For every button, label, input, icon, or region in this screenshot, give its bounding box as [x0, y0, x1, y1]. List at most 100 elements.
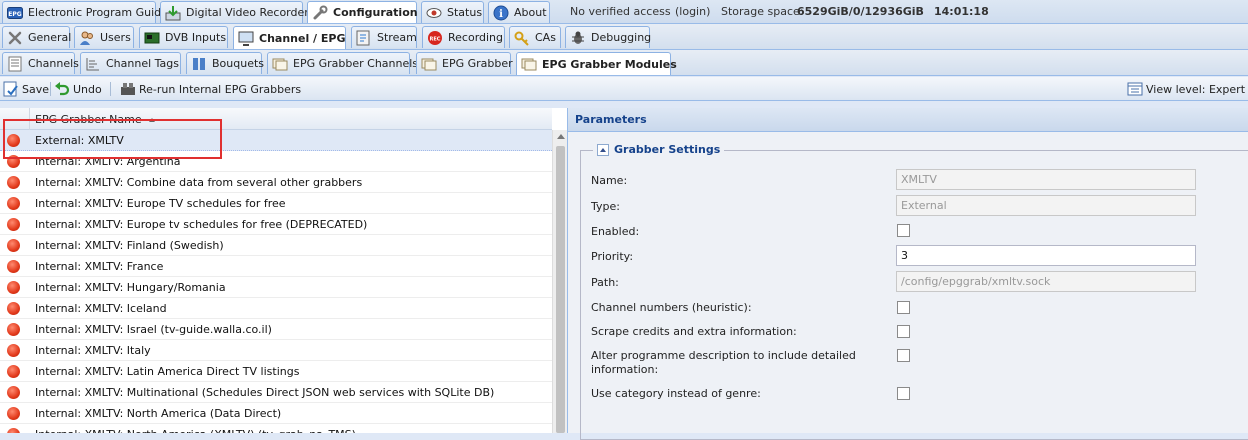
storage-label: Storage space:: [721, 5, 804, 18]
disabled-status-icon: [7, 197, 20, 210]
tab-dvb-inputs[interactable]: DVB Inputs: [139, 26, 228, 48]
toolbar-separator: [50, 82, 51, 96]
grid-scrollbar[interactable]: [552, 130, 567, 433]
type-field[interactable]: [896, 195, 1196, 216]
tab-stream[interactable]: Stream: [351, 26, 417, 48]
alter-description-checkbox[interactable]: [897, 349, 910, 362]
grid-row[interactable]: Internal: XMLTV: Hungary/Romania: [0, 277, 552, 298]
name-field[interactable]: [896, 169, 1196, 190]
undo-button[interactable]: Undo: [54, 81, 102, 97]
epg-logo-icon: EPG: [7, 5, 23, 21]
grabber-name: Internal: XMLTV: North America (XMLTV) (…: [35, 428, 356, 433]
grabber-channels-icon: [272, 56, 288, 72]
path-label: Path:: [591, 276, 619, 289]
access-status: No verified access: [570, 5, 671, 18]
toolbar: Save Undo Re-run Internal EPG Grabbers V…: [0, 77, 1248, 101]
tab-channel-tags[interactable]: Channel Tags: [80, 52, 181, 74]
priority-field[interactable]: [896, 245, 1196, 266]
tab-epg-grabber[interactable]: EPG Grabber: [416, 52, 513, 74]
grid-row[interactable]: Internal: XMLTV: Europe tv schedules for…: [0, 214, 552, 235]
grid-row[interactable]: Internal: XMLTV: Latin America Direct TV…: [0, 361, 552, 382]
grid-row[interactable]: Internal: XMLTV: Iceland: [0, 298, 552, 319]
parameters-title: Parameters: [568, 108, 1248, 132]
users-icon: [79, 30, 95, 46]
grabber-name: Internal: XMLTV: Italy: [35, 344, 151, 357]
clock: 14:01:18: [934, 5, 989, 18]
tv-icon: [238, 30, 254, 46]
tab-epg-grabber-modules[interactable]: EPG Grabber Modules: [516, 52, 677, 75]
tab-channels[interactable]: Channels: [2, 52, 79, 74]
priority-label: Priority:: [591, 250, 634, 263]
tab-users[interactable]: Users: [74, 26, 134, 48]
tab-about[interactable]: i About: [488, 1, 550, 23]
grid-row[interactable]: Internal: XMLTV: North America (Data Dir…: [0, 403, 552, 424]
key-icon: [514, 30, 530, 46]
scrape-credits-label: Scrape credits and extra information:: [591, 325, 797, 338]
main-tab-bar: EPG Electronic Program Guide Digital Vid…: [0, 0, 1248, 24]
alter-description-label-line1: Alter programme description to include d…: [591, 349, 856, 362]
eye-icon: [426, 5, 442, 21]
login-link[interactable]: (login): [675, 5, 710, 18]
grabber-name: Internal: XMLTV: France: [35, 260, 164, 273]
grid-row[interactable]: Internal: XMLTV: Israel (tv-guide.walla.…: [0, 319, 552, 340]
grabber-name: Internal: XMLTV: Europe TV schedules for…: [35, 197, 286, 210]
tab-general[interactable]: General: [2, 26, 71, 48]
tab-status[interactable]: Status: [421, 1, 484, 23]
disabled-status-icon: [7, 218, 20, 231]
tab-debugging[interactable]: Debugging: [565, 26, 651, 48]
scrape-credits-checkbox[interactable]: [897, 325, 910, 338]
download-disk-icon: [165, 5, 181, 21]
highlight-box: [3, 119, 222, 159]
view-level-icon: [1127, 81, 1143, 97]
enabled-checkbox[interactable]: [897, 224, 910, 237]
bug-icon: [570, 30, 586, 46]
tab-dvr[interactable]: Digital Video Recorder: [160, 1, 309, 23]
scroll-up-icon[interactable]: [557, 134, 565, 139]
disabled-status-icon: [7, 323, 20, 336]
rerun-icon: [120, 81, 136, 97]
disabled-status-icon: [7, 302, 20, 315]
disabled-status-icon: [7, 344, 20, 357]
scroll-thumb[interactable]: [556, 146, 565, 433]
tab-bouquets[interactable]: Bouquets: [186, 52, 264, 74]
grabber-name: Internal: XMLTV: Finland (Swedish): [35, 239, 224, 252]
epg-tab-bar: Channels Channel Tags Bouquets EPG Grabb…: [0, 50, 1248, 76]
use-category-checkbox[interactable]: [897, 387, 910, 400]
grabber-name: Internal: XMLTV: Hungary/Romania: [35, 281, 226, 294]
tab-recording[interactable]: REC Recording: [422, 26, 505, 48]
grabber-name: Internal: XMLTV: North America (Data Dir…: [35, 407, 282, 420]
tab-epg-grabber-channels[interactable]: EPG Grabber Channels: [267, 52, 418, 74]
dvb-card-icon: [144, 30, 160, 46]
grid-row[interactable]: Internal: XMLTV: Europe TV schedules for…: [0, 193, 552, 214]
tab-configuration[interactable]: Configuration: [307, 1, 418, 23]
svg-text:i: i: [499, 9, 503, 20]
grid-rows: External: XMLTV Internal: XMLTV: Argentin…: [0, 130, 552, 433]
svg-text:EPG: EPG: [8, 11, 21, 18]
grabber-name: Internal: XMLTV: Latin America Direct TV…: [35, 365, 300, 378]
grid-row[interactable]: Internal: XMLTV: Finland (Swedish): [0, 235, 552, 256]
config-tab-bar: General Users DVB Inputs Channel / EPG S…: [0, 24, 1248, 50]
enabled-label: Enabled:: [591, 225, 640, 238]
grabber-name: Internal: XMLTV: Iceland: [35, 302, 167, 315]
alter-description-label-line2: information:: [591, 363, 659, 376]
grid-row[interactable]: Internal: XMLTV: France: [0, 256, 552, 277]
view-level-menu[interactable]: View level: Expert: [1127, 81, 1248, 97]
grid-row[interactable]: Internal: XMLTV: Italy: [0, 340, 552, 361]
grabber-settings-legend[interactable]: Grabber Settings: [593, 143, 725, 156]
tab-channel-epg[interactable]: Channel / EPG: [233, 26, 346, 49]
channel-numbers-checkbox[interactable]: [897, 301, 910, 314]
disabled-status-icon: [7, 176, 20, 189]
tab-epg[interactable]: EPG Electronic Program Guide: [2, 1, 168, 23]
tags-icon: [85, 56, 101, 72]
save-button[interactable]: Save: [3, 81, 49, 97]
collapse-icon[interactable]: [597, 143, 609, 156]
grid-row[interactable]: Internal: XMLTV: North America (XMLTV) (…: [0, 424, 552, 433]
tab-cas[interactable]: CAs: [509, 26, 561, 48]
grid-row[interactable]: Internal: XMLTV: Multinational (Schedule…: [0, 382, 552, 403]
grid-row[interactable]: Internal: XMLTV: Combine data from sever…: [0, 172, 552, 193]
undo-icon: [54, 81, 70, 97]
name-label: Name:: [591, 174, 628, 187]
path-field[interactable]: [896, 271, 1196, 292]
disabled-status-icon: [7, 239, 20, 252]
rerun-grabbers-button[interactable]: Re-run Internal EPG Grabbers: [120, 81, 301, 97]
